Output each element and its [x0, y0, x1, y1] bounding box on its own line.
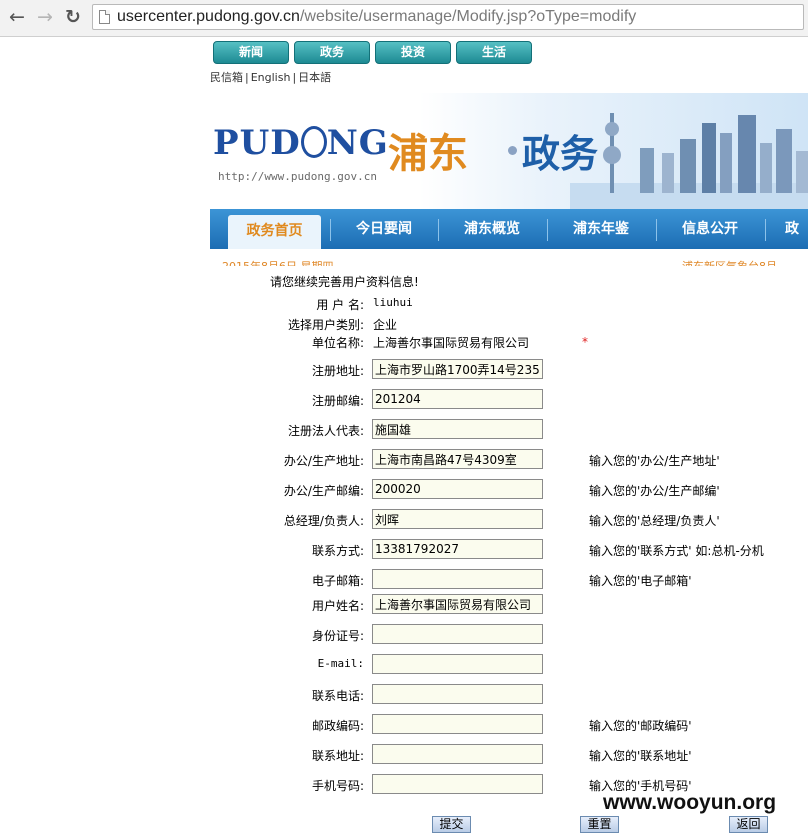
- date-strip: 2015年8月6日 星期四 浦东新区气象台8月: [222, 258, 808, 266]
- reload-icon[interactable]: ↻: [61, 5, 85, 29]
- gov-title: 政务: [522, 132, 599, 176]
- office-address-hint: 输入您的'办公/生产地址': [589, 454, 720, 468]
- reg-address-input[interactable]: [372, 359, 543, 379]
- back-icon[interactable]: ←: [5, 5, 29, 29]
- language-links: 民信箱 | English | 日本語: [210, 69, 333, 85]
- main-menu: 政务首页 今日要闻 浦东概览 浦东年鉴 信息公开 政: [210, 209, 808, 249]
- menu-item-info-disclosure[interactable]: 信息公开: [658, 209, 762, 249]
- username-value: liuhui: [373, 296, 413, 309]
- company-value: 上海善尔事国际贸易有限公司: [373, 336, 530, 350]
- site-banner: PUD NG http://www.pudong.gov.cn 浦东 政务: [210, 93, 808, 209]
- contact-hint: 输入您的'联系方式' 如:总机-分机: [589, 544, 764, 558]
- logo-text-right: NG: [326, 123, 389, 163]
- url-path: /website/usermanage/Modify.jsp?oType=mod…: [299, 8, 637, 25]
- weather-ticker[interactable]: 浦东新区气象台8月: [682, 258, 777, 266]
- manager-label: 总经理/负责人:: [283, 514, 364, 528]
- postcode-label: 邮政编码:: [311, 719, 364, 733]
- office-postcode-hint: 输入您的'办公/生产邮编': [589, 484, 720, 498]
- form-title: 请您继续完善用户资料信息!: [270, 275, 419, 289]
- submit-button[interactable]: 提交: [432, 816, 471, 833]
- mailbox-link[interactable]: 民信箱: [210, 71, 243, 84]
- address-bar[interactable]: usercenter.pudong.gov.cn/website/userman…: [92, 4, 804, 30]
- menu-divider: [547, 219, 548, 241]
- manager-input[interactable]: [372, 509, 543, 529]
- contact-label: 联系方式:: [311, 544, 364, 558]
- manager-hint: 输入您的'总经理/负责人': [589, 514, 720, 528]
- watermark: www.wooyun.org: [603, 791, 777, 814]
- reg-postcode-input[interactable]: [372, 389, 543, 409]
- usertype-value: 企业: [373, 318, 398, 332]
- pudong-logo[interactable]: PUD NG: [213, 123, 389, 163]
- globe-icon: [300, 126, 327, 158]
- user-fullname-label: 用户姓名:: [311, 599, 364, 613]
- menu-divider: [438, 219, 439, 241]
- company-email-label: 电子邮箱:: [311, 574, 364, 588]
- top-tab-news[interactable]: 新闻: [213, 41, 289, 64]
- id-number-label: 身份证号:: [311, 629, 364, 643]
- postcode-input[interactable]: [372, 714, 543, 734]
- mobile-input[interactable]: [372, 774, 543, 794]
- address-hint: 输入您的'联系地址': [589, 749, 692, 763]
- mobile-label: 手机号码:: [311, 779, 364, 793]
- browser-toolbar: ← → ↻ usercenter.pudong.gov.cn/website/u…: [0, 0, 808, 37]
- separator: |: [292, 71, 297, 84]
- page-icon: [99, 10, 110, 24]
- menu-divider: [330, 219, 331, 241]
- reg-postcode-label: 注册邮编:: [311, 394, 364, 408]
- skyline-image: [570, 113, 808, 209]
- phone-label: 联系电话:: [311, 689, 364, 703]
- email-input[interactable]: [372, 654, 543, 674]
- address-url[interactable]: usercenter.pudong.gov.cn/website/userman…: [117, 8, 636, 26]
- usertype-label: 选择用户类别:: [287, 318, 364, 332]
- back-button[interactable]: 返回: [729, 816, 768, 833]
- id-number-input[interactable]: [372, 624, 543, 644]
- top-tab-investment[interactable]: 投资: [375, 41, 451, 64]
- company-email-input[interactable]: [372, 569, 543, 589]
- contact-input[interactable]: [372, 539, 543, 559]
- legal-rep-label: 注册法人代表:: [287, 424, 364, 438]
- menu-item-home[interactable]: 政务首页: [228, 215, 321, 249]
- logo-text-left: PUD: [213, 123, 301, 163]
- current-date: 2015年8月6日 星期四: [222, 258, 334, 266]
- top-tab-government[interactable]: 政务: [294, 41, 370, 64]
- username-label: 用 户 名:: [316, 298, 364, 312]
- brush-title: 浦东: [388, 130, 468, 177]
- reg-address-label: 注册地址:: [311, 364, 364, 378]
- separator: |: [245, 71, 249, 84]
- menu-divider: [656, 219, 657, 241]
- office-postcode-label: 办公/生产邮编:: [283, 484, 364, 498]
- legal-rep-input[interactable]: [372, 419, 543, 439]
- phone-input[interactable]: [372, 684, 543, 704]
- top-tab-life[interactable]: 生活: [456, 41, 532, 64]
- title-dot: [508, 146, 517, 155]
- site-url: http://www.pudong.gov.cn: [218, 170, 377, 183]
- menu-item-yearbook[interactable]: 浦东年鉴: [549, 209, 653, 249]
- address-input[interactable]: [372, 744, 543, 764]
- menu-item-overview[interactable]: 浦东概览: [440, 209, 544, 249]
- email-label: E-mail:: [317, 657, 364, 670]
- reset-button[interactable]: 重置: [580, 816, 619, 833]
- required-mark: *: [582, 335, 588, 349]
- company-email-hint: 输入您的'电子邮箱': [589, 574, 692, 588]
- url-host: usercenter.pudong.gov.cn: [117, 8, 300, 25]
- menu-divider: [765, 219, 766, 241]
- forward-icon[interactable]: →: [33, 5, 57, 29]
- address-label: 联系地址:: [311, 749, 364, 763]
- user-fullname-input[interactable]: [372, 594, 543, 614]
- office-address-label: 办公/生产地址:: [283, 454, 364, 468]
- menu-item-gov[interactable]: 政: [785, 209, 808, 249]
- english-link[interactable]: English: [251, 71, 291, 84]
- postcode-hint: 输入您的'邮政编码': [589, 719, 692, 733]
- office-postcode-input[interactable]: [372, 479, 543, 499]
- company-label: 单位名称:: [311, 336, 364, 350]
- office-address-input[interactable]: [372, 449, 543, 469]
- menu-item-today-news[interactable]: 今日要闻: [332, 209, 436, 249]
- japanese-link[interactable]: 日本語: [298, 71, 331, 84]
